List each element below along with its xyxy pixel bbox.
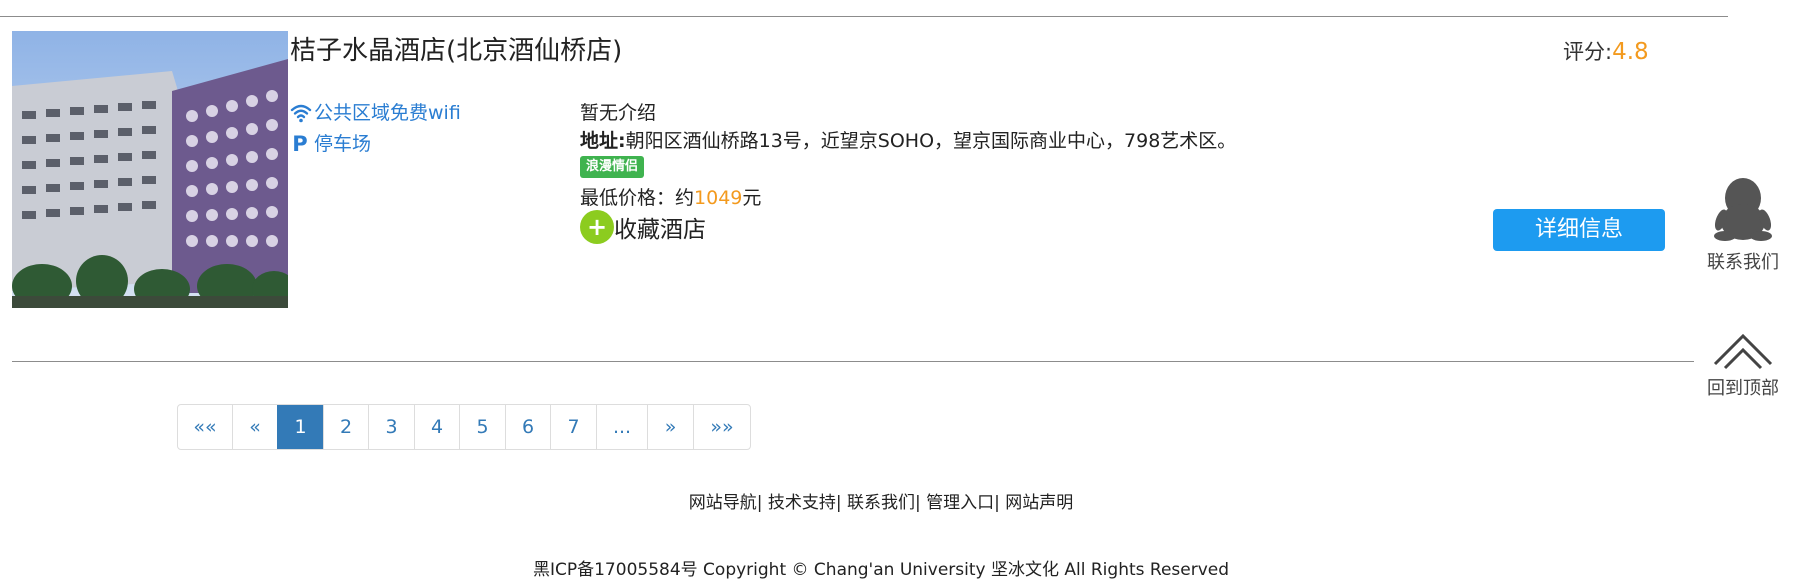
chevron-up-icon — [1698, 330, 1788, 374]
footer-link-site-nav[interactable]: 网站导航 — [689, 493, 757, 513]
footer-separator: | — [835, 493, 842, 513]
page-2[interactable]: 2 — [323, 405, 368, 449]
hotel-rating: 评分:4.8 — [1563, 36, 1649, 66]
plus-icon: + — [580, 210, 614, 244]
hotel-address: 地址:朝阳区酒仙桥路13号，近望京SOHO，望京国际商业中心，798艺术区。 — [580, 126, 1236, 153]
address-label: 地址: — [580, 130, 626, 152]
pagination: «« « 1 2 3 4 5 6 7 ... » »» — [177, 404, 751, 450]
contact-us-label: 联系我们 — [1707, 252, 1779, 273]
theme-tag: 浪漫情侣 — [580, 156, 645, 178]
favorite-label: 收藏酒店 — [614, 217, 706, 243]
price-value: 1049 — [694, 187, 743, 209]
footer-separator: | — [915, 493, 921, 513]
amenity-wifi: 公共区域免费wifi — [290, 100, 461, 126]
price-unit: 元 — [742, 187, 762, 209]
footer-links: 网站导航| 技术支持| 联系我们| 管理入口| 网站声明 — [0, 488, 1762, 513]
detail-info-button[interactable]: 详细信息 — [1493, 209, 1665, 251]
contact-us-float[interactable]: 联系我们 — [1698, 176, 1788, 274]
page-first[interactable]: «« — [178, 405, 232, 449]
page-7[interactable]: 7 — [550, 405, 596, 449]
wifi-icon — [290, 102, 312, 124]
page-4[interactable]: 4 — [414, 405, 459, 449]
bottom-divider — [12, 361, 1694, 362]
hotel-photo[interactable] — [12, 31, 288, 308]
amenity-wifi-label: 公共区域免费wifi — [314, 102, 461, 124]
rating-value: 4.8 — [1612, 39, 1649, 65]
hotel-price: 最低价格：约1049元 — [580, 183, 761, 210]
footer-link-contact[interactable]: 联系我们 — [847, 493, 915, 513]
hotel-intro: 暂无介绍 — [580, 102, 657, 124]
rating-label: 评分: — [1563, 40, 1613, 64]
footer-link-statement[interactable]: 网站声明 — [1005, 493, 1073, 513]
favorite-hotel-button[interactable]: + 收藏酒店 — [580, 210, 706, 244]
amenity-parking: P 停车场 — [290, 131, 371, 157]
page-6[interactable]: 6 — [505, 405, 550, 449]
hotel-name[interactable]: 桔子水晶酒店(北京酒仙桥店) — [290, 34, 622, 68]
qq-penguin-icon — [1698, 176, 1788, 248]
address-text: 朝阳区酒仙桥路13号，近望京SOHO，望京国际商业中心，798艺术区。 — [625, 130, 1237, 152]
page-next[interactable]: » — [647, 405, 693, 449]
footer-separator: | — [994, 493, 1000, 513]
page-3[interactable]: 3 — [368, 405, 414, 449]
page-last[interactable]: »» — [693, 405, 750, 449]
page-ellipsis[interactable]: ... — [596, 405, 647, 449]
back-to-top-float[interactable]: 回到顶部 — [1698, 330, 1788, 400]
top-divider — [0, 16, 1728, 17]
amenity-parking-label: 停车场 — [314, 133, 372, 155]
footer-link-tech-support[interactable]: 技术支持 — [768, 493, 836, 513]
footer-link-admin[interactable]: 管理入口 — [926, 493, 994, 513]
page-prev[interactable]: « — [232, 405, 277, 449]
page-1[interactable]: 1 — [277, 405, 323, 449]
back-to-top-label: 回到顶部 — [1707, 378, 1779, 399]
price-label: 最低价格：约 — [580, 187, 695, 209]
footer-separator: | — [756, 493, 763, 513]
parking-icon: P — [292, 132, 308, 156]
page-5[interactable]: 5 — [459, 405, 505, 449]
